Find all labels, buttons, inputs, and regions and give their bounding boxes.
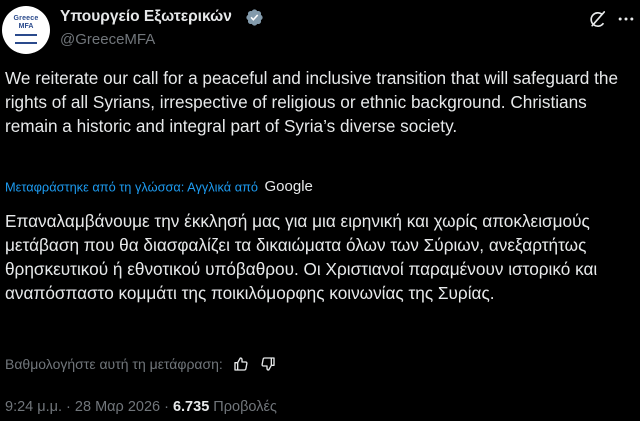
verified-badge-icon[interactable]: [245, 8, 264, 27]
meta-separator: ·: [62, 399, 75, 415]
thumbs-up-icon[interactable]: [233, 356, 249, 372]
handle[interactable]: @GreeceMFA: [60, 31, 155, 48]
tweet-time[interactable]: 9:24 μ.μ.: [5, 399, 62, 415]
avatar[interactable]: Greece MFA: [2, 6, 50, 54]
views-count: 6.735: [172, 399, 210, 415]
views-label: Προβολές: [213, 399, 277, 415]
translation-attribution[interactable]: Μεταφράστηκε από τη γλώσσα: Αγγλικά από …: [5, 178, 313, 198]
avatar-text-line2: MFA: [18, 23, 34, 30]
meta-separator: ·: [160, 399, 173, 415]
translated-text: Επαναλαμβάνουμε την έκκλησή μας για μια …: [5, 211, 598, 303]
rate-translation: Βαθμολογήστε αυτή τη μετάφραση:: [5, 355, 276, 375]
avatar-emblem: [15, 34, 37, 44]
tweet-text: We reiterate our call for a peaceful and…: [5, 68, 619, 136]
more-options-icon[interactable]: [616, 9, 636, 29]
tweet-header: Greece MFA Υπουργείο Εξωτερικών @GreeceM…: [2, 6, 638, 54]
rate-translation-label: Βαθμολογήστε αυτή τη μετάφραση:: [5, 355, 223, 372]
display-name[interactable]: Υπουργείο Εξωτερικών: [60, 8, 232, 26]
tweet-meta: 9:24 μ.μ. · 28 Μαρ 2026 · 6.735 Προβολές: [5, 399, 277, 415]
tweet-date[interactable]: 28 Μαρ 2026: [75, 399, 160, 415]
avatar-text-line1: Greece: [13, 15, 39, 22]
google-logo: Google: [264, 178, 313, 196]
translation-label[interactable]: Μεταφράστηκε από τη γλώσσα: Αγγλικά από: [5, 179, 258, 194]
thumbs-down-icon[interactable]: [260, 356, 276, 372]
grok-icon[interactable]: [588, 9, 608, 29]
